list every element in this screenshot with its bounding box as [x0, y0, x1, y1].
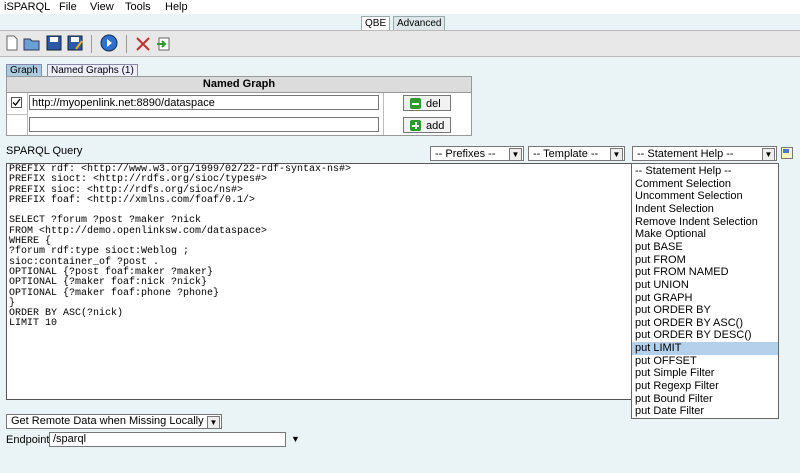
dropdown-option[interactable]: put UNION [632, 279, 778, 292]
dropdown-option[interactable]: put Bound Filter [632, 393, 778, 406]
menu-tools[interactable]: Tools [125, 0, 151, 14]
chevron-down-icon: ▼ [610, 148, 623, 161]
statement-help-select-value: -- Statement Help -- [637, 148, 734, 160]
dropdown-option[interactable]: put ORDER BY [632, 304, 778, 317]
remote-data-select-value: Get Remote Data when Missing Locally [11, 415, 204, 427]
menu-view[interactable]: View [90, 0, 114, 14]
tab-qbe[interactable]: QBE [361, 16, 391, 31]
dropdown-option[interactable]: put FROM NAMED [632, 266, 778, 279]
sparql-query-text: PREFIX rdf: <http://www.w3.org/1999/02/2… [9, 164, 352, 330]
chevron-down-icon: ▼ [762, 148, 775, 161]
expand-icon[interactable] [781, 147, 793, 159]
table-cell [7, 115, 28, 135]
chevron-down-icon[interactable]: ▼ [291, 434, 300, 444]
dropdown-option[interactable]: Comment Selection [632, 178, 778, 191]
dropdown-option[interactable]: Uncomment Selection [632, 190, 778, 203]
dropdown-option[interactable]: put GRAPH [632, 292, 778, 305]
dropdown-option[interactable]: -- Statement Help -- [632, 165, 778, 178]
dropdown-option[interactable]: Remove Indent Selection [632, 216, 778, 229]
column-divider [383, 93, 384, 135]
chevron-down-icon: ▼ [509, 148, 522, 161]
dropdown-option[interactable]: Indent Selection [632, 203, 778, 216]
dropdown-option[interactable]: put Regexp Filter [632, 380, 778, 393]
template-select[interactable]: -- Template -- ▼ [528, 146, 625, 161]
dropdown-option[interactable]: put FROM [632, 254, 778, 267]
add-button[interactable]: add [403, 117, 451, 133]
named-graph-uri-input[interactable]: http://myopenlink.net:8890/dataspace [29, 95, 379, 110]
prefixes-select[interactable]: -- Prefixes -- ▼ [430, 146, 524, 161]
toolbar-separator [91, 35, 92, 53]
menu-help[interactable]: Help [165, 0, 188, 14]
save-icon[interactable] [45, 34, 63, 52]
open-folder-icon[interactable] [23, 34, 41, 52]
dropdown-option[interactable]: put Date Filter [632, 405, 778, 418]
load-icon[interactable] [155, 34, 173, 52]
chevron-down-icon: ▼ [207, 416, 220, 429]
endpoint-input[interactable]: /sparql [49, 432, 286, 447]
toolbar [0, 30, 800, 57]
save-as-icon[interactable] [66, 34, 84, 52]
del-button[interactable]: del [403, 95, 451, 111]
statement-help-select[interactable]: -- Statement Help -- ▼ [632, 146, 777, 161]
run-query-icon[interactable] [100, 34, 118, 52]
clear-icon[interactable] [134, 34, 152, 52]
tab-advanced[interactable]: Advanced [393, 16, 446, 31]
app-name: iSPARQL [4, 1, 51, 13]
statement-help-dropdown: -- Statement Help -- Comment Selection Unc… [631, 163, 779, 419]
dropdown-option[interactable]: put ORDER BY DESC() [632, 329, 778, 342]
named-graph-header: Named Graph [7, 77, 471, 93]
dropdown-option[interactable]: put LIMIT [632, 342, 778, 355]
del-button-label: del [426, 98, 441, 110]
table-cell [7, 93, 28, 115]
remove-icon [410, 98, 421, 109]
add-icon [410, 120, 421, 131]
dropdown-option[interactable]: put ORDER BY ASC() [632, 317, 778, 330]
dropdown-option[interactable]: put Simple Filter [632, 367, 778, 380]
menubar: iSPARQL File View Tools Help [0, 0, 800, 14]
menu-file[interactable]: File [59, 0, 77, 14]
toolbar-separator [126, 35, 127, 53]
dropdown-option[interactable]: Make Optional [632, 228, 778, 241]
row-checkbox[interactable] [11, 97, 22, 108]
dropdown-option[interactable]: put OFFSET [632, 355, 778, 368]
remote-data-select[interactable]: Get Remote Data when Missing Locally ▼ [6, 414, 222, 429]
dropdown-option[interactable]: put BASE [632, 241, 778, 254]
named-graph-table: Named Graph http://myopenlink.net:8890/d… [6, 76, 472, 136]
sparql-query-label: SPARQL Query [6, 145, 83, 157]
new-file-icon[interactable] [3, 34, 21, 52]
prefixes-select-value: -- Prefixes -- [435, 148, 496, 160]
add-button-label: add [426, 120, 445, 132]
template-select-value: -- Template -- [533, 148, 599, 160]
endpoint-label: Endpoint [6, 434, 50, 446]
new-graph-uri-input[interactable] [29, 117, 379, 132]
